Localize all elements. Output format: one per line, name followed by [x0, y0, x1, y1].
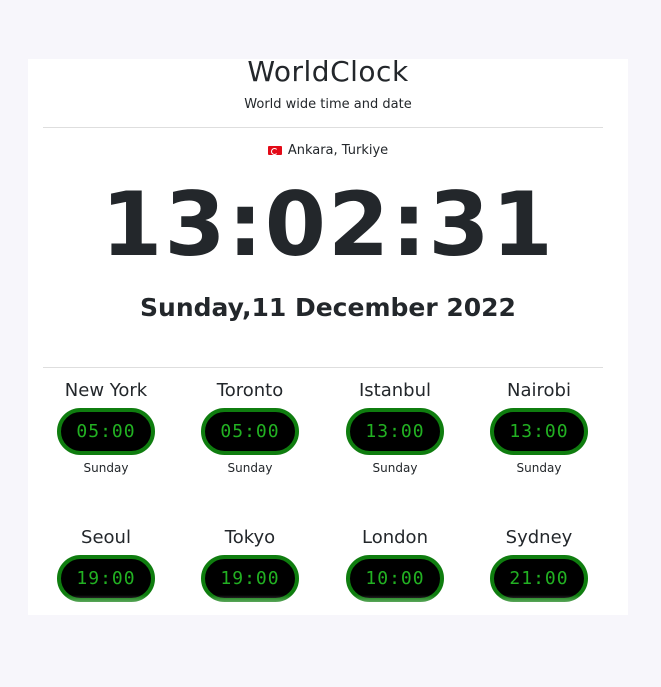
city-card-new-york: New York 05:00 Sunday — [46, 379, 166, 475]
city-day: Sunday — [516, 461, 562, 475]
city-card-toronto: Toronto 05:00 Sunday — [190, 379, 310, 475]
city-time: 05:00 — [201, 408, 299, 455]
city-name: Toronto — [216, 380, 284, 401]
city-name: Istanbul — [358, 380, 432, 401]
city-card-nairobi: Nairobi 13:00 Sunday — [479, 379, 599, 475]
city-name: Seoul — [81, 527, 131, 548]
city-name: Tokyo — [224, 527, 276, 548]
city-time: 13:00 — [490, 408, 588, 455]
city-name: Sydney — [505, 527, 573, 548]
city-card-istanbul: Istanbul 13:00 Sunday — [335, 379, 455, 475]
city-name: Nairobi — [507, 380, 571, 401]
city-name: New York — [64, 380, 148, 401]
city-day: Sunday — [83, 461, 129, 475]
city-day: Sunday — [227, 461, 273, 475]
city-name: London — [362, 527, 428, 548]
city-day: Sunday — [372, 461, 418, 475]
city-time: 05:00 — [57, 408, 155, 455]
worldclock-card: WorldClock World wide time and date Anka… — [28, 59, 628, 615]
bottom-fade — [28, 595, 628, 615]
city-grid: New York 05:00 Sunday Toronto 05:00 Sund… — [28, 59, 628, 615]
city-time: 13:00 — [346, 408, 444, 455]
